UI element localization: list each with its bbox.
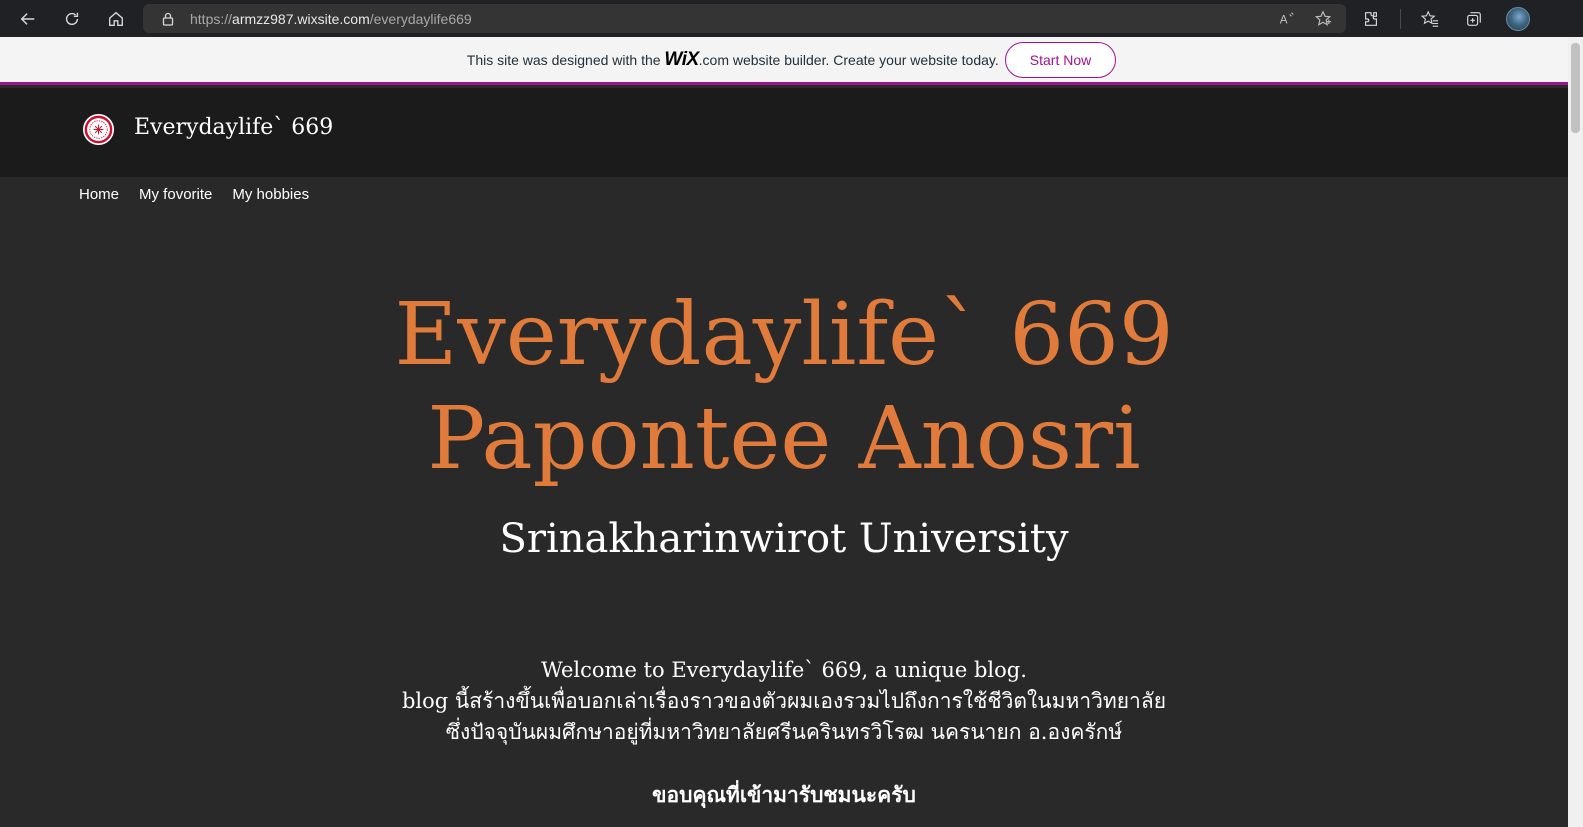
banner-text-after: website builder. Create your website tod…: [728, 51, 999, 68]
read-aloud-icon[interactable]: A: [1278, 10, 1296, 28]
hero-title: Everydaylife` 669 Papontee Anosri: [0, 283, 1568, 491]
thanks-text: ขอบคุณที่เข้ามารับชมนะครับ: [652, 782, 916, 807]
collections-icon[interactable]: [1455, 0, 1493, 37]
extensions-icon[interactable]: [1352, 0, 1390, 37]
favorites-icon[interactable]: [1411, 0, 1449, 37]
university-logo[interactable]: [82, 113, 115, 146]
url-host: armzz987.wixsite.com: [232, 10, 370, 27]
lock-icon[interactable]: [161, 12, 175, 26]
url-prefix: https://: [190, 10, 233, 27]
nav-item-home[interactable]: Home: [79, 186, 119, 203]
scrollbar-thumb[interactable]: [1571, 43, 1580, 133]
toolbar-separator: [1400, 8, 1401, 29]
intro-line-3: ซึ่งปัจจุบันผมศึกษาอยู่ที่มหาวิทยาลัยศรี…: [445, 720, 1123, 744]
intro-paragraph: Welcome to Everydaylife` 669, a unique b…: [0, 655, 1568, 748]
add-favorite-icon[interactable]: [1314, 9, 1332, 28]
intro-line-1: Welcome to Everydaylife` 669, a unique b…: [541, 658, 1027, 682]
site-name[interactable]: Everydaylife` 669: [134, 115, 333, 140]
nav-item-my-hobbies[interactable]: My hobbies: [232, 186, 309, 203]
page-scrollbar[interactable]: [1568, 37, 1583, 827]
profile-avatar[interactable]: [1499, 0, 1537, 37]
hero-title-line-2: Papontee Anosri: [427, 389, 1141, 489]
url-text[interactable]: https://armzz987.wixsite.com/everydaylif…: [190, 11, 472, 27]
hero-subtitle: Srinakharinwirot University: [499, 516, 1069, 562]
banner-text-before: This site was designed with the: [466, 51, 665, 68]
browser-toolbar: https://armzz987.wixsite.com/everydaylif…: [0, 0, 1583, 37]
wix-banner-text: This site was designed with the WiX.com …: [467, 49, 999, 71]
home-icon[interactable]: [94, 0, 138, 37]
site-header: Everydaylife` 669: [0, 88, 1583, 177]
wix-promo-banner: This site was designed with the WiX.com …: [0, 37, 1583, 85]
wix-logo-suffix: .com: [698, 51, 729, 68]
back-icon[interactable]: [6, 0, 50, 37]
url-path: /everydaylife669: [369, 10, 472, 27]
svg-text:A: A: [1280, 13, 1288, 26]
intro-line-2: blog นี้สร้างขึ้นเพื่อบอกเล่าเรื่องราวขอ…: [401, 689, 1167, 713]
site-nav-menu: Home My fovorite My hobbies: [79, 186, 309, 203]
wix-logo: WiX: [664, 48, 699, 70]
hero-title-line-1: Everydaylife` 669: [394, 285, 1174, 385]
nav-item-my-fovorite[interactable]: My fovorite: [139, 186, 212, 203]
refresh-icon[interactable]: [50, 0, 94, 37]
start-now-button[interactable]: Start Now: [1004, 41, 1117, 78]
address-bar[interactable]: https://armzz987.wixsite.com/everydaylif…: [143, 4, 1346, 33]
avatar[interactable]: [1506, 6, 1530, 31]
